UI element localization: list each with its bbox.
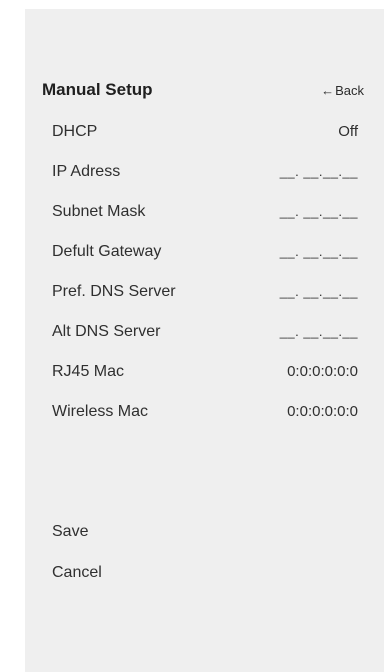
- setting-row-wireless-mac[interactable]: Wireless Mac 0:0:0:0:0:0: [52, 401, 358, 423]
- setting-value: 0:0:0:0:0:0: [287, 363, 358, 380]
- save-button[interactable]: Save: [52, 521, 88, 543]
- header: Manual Setup ←Back: [42, 80, 364, 104]
- back-button[interactable]: ←Back: [321, 83, 364, 98]
- setting-value: __. __.__.__: [279, 164, 358, 179]
- manual-setup-panel: Manual Setup ←Back DHCP Off IP Adress __…: [25, 9, 384, 672]
- setting-value: __. __.__.__: [279, 204, 358, 219]
- setting-value: __. __.__.__: [279, 284, 358, 299]
- setting-label: Wireless Mac: [52, 403, 149, 420]
- setting-value: 0:0:0:0:0:0: [287, 403, 358, 420]
- setting-value: Off: [338, 123, 358, 140]
- setting-label: RJ45 Mac: [52, 363, 125, 380]
- setting-row-pref-dns-server[interactable]: Pref. DNS Server __. __.__.__: [52, 281, 358, 303]
- setting-row-default-gateway[interactable]: Defult Gateway __. __.__.__: [52, 241, 358, 263]
- setting-row-ip-address[interactable]: IP Adress __. __.__.__: [52, 161, 358, 183]
- setting-label: DHCP: [52, 123, 98, 140]
- setting-label: Subnet Mask: [52, 203, 146, 220]
- setting-row-alt-dns-server[interactable]: Alt DNS Server __. __.__.__: [52, 321, 358, 343]
- setting-label: Alt DNS Server: [52, 323, 161, 340]
- setting-row-dhcp[interactable]: DHCP Off: [52, 121, 358, 143]
- back-label: Back: [335, 83, 364, 98]
- setting-value: __. __.__.__: [279, 324, 358, 339]
- setting-label: Pref. DNS Server: [52, 283, 176, 300]
- cancel-button[interactable]: Cancel: [52, 562, 102, 584]
- setting-value: __. __.__.__: [279, 244, 358, 259]
- left-arrow-icon: ←: [321, 83, 335, 98]
- setting-label: Defult Gateway: [52, 243, 162, 260]
- page-title: Manual Setup: [42, 80, 153, 99]
- setting-row-rj45-mac[interactable]: RJ45 Mac 0:0:0:0:0:0: [52, 361, 358, 383]
- setting-label: IP Adress: [52, 163, 121, 180]
- setting-row-subnet-mask[interactable]: Subnet Mask __. __.__.__: [52, 201, 358, 223]
